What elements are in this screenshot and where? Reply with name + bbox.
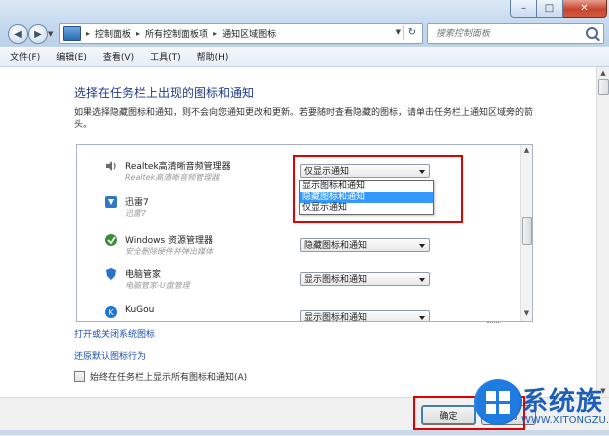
scroll-up-arrow-icon[interactable]: ▲ [597, 67, 609, 79]
resize-grip [487, 322, 499, 325]
breadcrumb-separator[interactable]: ▸ [136, 29, 140, 38]
list-scroll-down-icon[interactable]: ▼ [521, 309, 532, 320]
scroll-thumb[interactable] [598, 79, 609, 95]
behavior-select[interactable]: 隐藏图标和通知 [300, 238, 430, 252]
maximize-button[interactable]: □ [537, 0, 563, 18]
app-name: 电脑管家 [125, 270, 162, 280]
navigation-bar: ◀ ▶ ▼ ▸ 控制面板 ▸ 所有控制面板项 ▸ 通知区域图标 ▼ ↻ [6, 21, 604, 45]
page-title: 选择在任务栏上出现的图标和通知 [74, 86, 255, 100]
breadcrumb-all-items[interactable]: 所有控制面板项 [145, 27, 208, 40]
behavior-select[interactable]: 显示图标和通知 [300, 310, 430, 321]
search-icon[interactable] [586, 27, 598, 39]
app-description: 安全删除硬件并弹出媒体 [125, 247, 213, 256]
link-restore-defaults[interactable]: 还原默认图标行为 [74, 349, 146, 362]
dropdown-option-notify-only[interactable]: 仅显示通知 [300, 203, 433, 214]
menu-help[interactable]: 帮助(H) [195, 49, 231, 64]
caption-buttons: – □ ✕ [510, 0, 607, 18]
close-button[interactable]: ✕ [563, 0, 607, 18]
list-item: 电脑管家 电脑管家-U盘管理 显示图标和通知 [77, 263, 520, 299]
forward-button[interactable]: ▶ [28, 24, 48, 44]
kugou-icon: K [105, 306, 117, 318]
svg-text:K: K [108, 308, 114, 317]
always-show-checkbox-row[interactable]: 始终在任务栏上显示所有图标和通知(A) [74, 370, 247, 383]
back-button[interactable]: ◀ [8, 24, 28, 44]
menu-view[interactable]: 查看(V) [101, 49, 136, 64]
breadcrumb-separator[interactable]: ▸ [86, 29, 90, 38]
ok-button[interactable]: 确定 [421, 405, 476, 425]
dropdown-option-show[interactable]: 显示图标和通知 [300, 181, 433, 192]
notification-icons-list: Realtek高清晰音频管理器 Realtek高清晰音频管理器 仅显示通知 迅雷… [76, 144, 533, 322]
search-box[interactable] [427, 23, 604, 44]
menu-tools[interactable]: 工具(T) [148, 49, 183, 64]
app-name: Windows 资源管理器 [125, 236, 214, 246]
menu-bar: 文件(F) 编辑(E) 查看(V) 工具(T) 帮助(H) [0, 47, 609, 67]
menu-file[interactable]: 文件(F) [8, 49, 42, 64]
breadcrumb-control-panel[interactable]: 控制面板 [95, 27, 131, 40]
app-description: 迅雷7 [125, 209, 147, 218]
breadcrumb-notification-icons[interactable]: 通知区域图标 [222, 27, 276, 40]
watermark-text: 系统族 [522, 387, 604, 417]
usb-icon [105, 234, 117, 246]
always-show-label: 始终在任务栏上显示所有图标和通知(A) [90, 373, 248, 383]
minimize-button[interactable]: – [510, 0, 537, 18]
list-scroll-up-icon[interactable]: ▲ [521, 146, 532, 157]
app-description: Realtek高清晰音频管理器 [125, 173, 220, 182]
dropdown-option-hide[interactable]: 隐藏图标和通知 [300, 192, 433, 203]
control-panel-window: – □ ✕ ◀ ▶ ▼ ▸ 控制面板 ▸ 所有控制面板项 ▸ 通知区域图标 ▼ … [0, 0, 609, 436]
list-scroll-thumb[interactable] [522, 217, 532, 245]
watermark-logo: 系统族 WWW.XITONGZU.COM [474, 379, 609, 435]
behavior-select[interactable]: 仅显示通知 [300, 164, 430, 178]
thunder-icon [105, 196, 117, 208]
list-scrollbar[interactable]: ▲ ▼ [520, 145, 532, 321]
shield-icon [106, 268, 116, 280]
app-description: 电脑管家-U盘管理 [125, 281, 190, 290]
search-input[interactable] [434, 27, 588, 40]
control-panel-icon [63, 26, 81, 41]
menu-edit[interactable]: 编辑(E) [54, 49, 89, 64]
page-description: 如果选择隐藏图标和通知，则不会向您通知更改和更新。若要随时查看隐藏的图标，请单击… [74, 108, 534, 130]
list-item: K KuGou 显示图标和通知 [77, 301, 520, 321]
breadcrumb-separator[interactable]: ▸ [213, 29, 217, 38]
list-item: Windows 资源管理器 安全删除硬件并弹出媒体 隐藏图标和通知 [77, 229, 520, 265]
link-system-icons[interactable]: 打开或关闭系统图标 [74, 327, 155, 340]
address-dropdown-icon[interactable]: ▼ [396, 28, 401, 36]
app-name: 迅雷7 [125, 198, 149, 208]
window-scrollbar[interactable]: ▲ ▼ [596, 67, 609, 397]
always-show-checkbox[interactable] [74, 371, 85, 382]
recent-pages-dropdown-icon[interactable]: ▼ [48, 30, 53, 38]
address-bar[interactable]: ▸ 控制面板 ▸ 所有控制面板项 ▸ 通知区域图标 ▼ ↻ [59, 23, 423, 44]
behavior-select[interactable]: 显示图标和通知 [300, 272, 430, 286]
refresh-icon[interactable]: ↻ [403, 25, 420, 40]
speaker-icon [106, 161, 116, 171]
app-name: Realtek高清晰音频管理器 [125, 162, 231, 172]
app-name: KuGou [125, 305, 155, 315]
windows-logo-icon [474, 379, 522, 425]
watermark-url: WWW.XITONGZU.COM [521, 415, 609, 426]
behavior-dropdown-list: 显示图标和通知 隐藏图标和通知 仅显示通知 [299, 180, 434, 215]
